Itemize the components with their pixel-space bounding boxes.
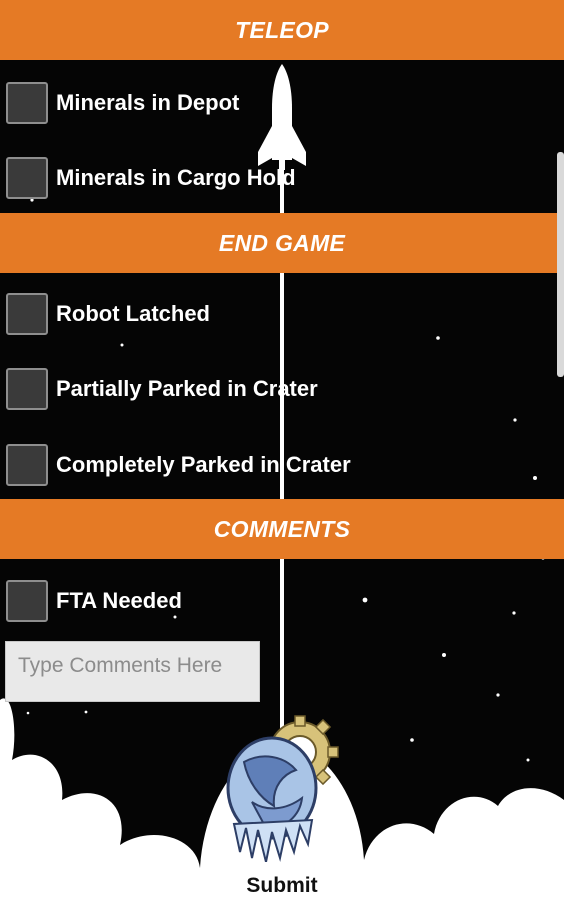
- checkbox-label: Completely Parked in Crater: [56, 452, 351, 477]
- checkbox[interactable]: [6, 580, 48, 622]
- checkbox-label: Minerals in Depot: [56, 90, 240, 115]
- checkbox[interactable]: [6, 293, 48, 335]
- checkbox[interactable]: [6, 368, 48, 410]
- scrollbar[interactable]: [557, 152, 564, 377]
- checkbox-row-minerals-in-depot[interactable]: Minerals in Depot: [6, 78, 239, 128]
- checkbox-label: Minerals in Cargo Hold: [56, 165, 296, 190]
- section-header-teleop: TELEOP: [0, 0, 564, 60]
- checkbox-row-fta-needed[interactable]: FTA Needed: [6, 576, 182, 626]
- comments-input[interactable]: Type Comments Here: [5, 641, 260, 702]
- checkbox-row-minerals-in-cargo-hold[interactable]: Minerals in Cargo Hold: [6, 153, 296, 203]
- checkbox-label: FTA Needed: [56, 588, 182, 613]
- checkbox-row-completely-parked[interactable]: Completely Parked in Crater: [6, 440, 351, 490]
- checkbox-row-robot-latched[interactable]: Robot Latched: [6, 289, 210, 339]
- section-title: TELEOP: [235, 16, 329, 43]
- checkbox-row-partially-parked[interactable]: Partially Parked in Crater: [6, 364, 318, 414]
- submit-label: Submit: [246, 874, 318, 897]
- checkbox-label: Robot Latched: [56, 301, 210, 326]
- section-title: END GAME: [218, 229, 346, 256]
- scouting-form: TELEOP Minerals in Depot Minerals in Car…: [0, 0, 564, 900]
- checkbox[interactable]: [6, 444, 48, 486]
- team-logo-icon: [226, 715, 339, 862]
- section-header-comments: COMMENTS: [0, 499, 564, 559]
- submit-button[interactable]: [222, 712, 340, 862]
- checkbox[interactable]: [6, 82, 48, 124]
- checkbox-label: Partially Parked in Crater: [56, 376, 318, 401]
- section-header-end-game: END GAME: [0, 213, 564, 273]
- checkbox[interactable]: [6, 157, 48, 199]
- section-title: COMMENTS: [213, 515, 351, 542]
